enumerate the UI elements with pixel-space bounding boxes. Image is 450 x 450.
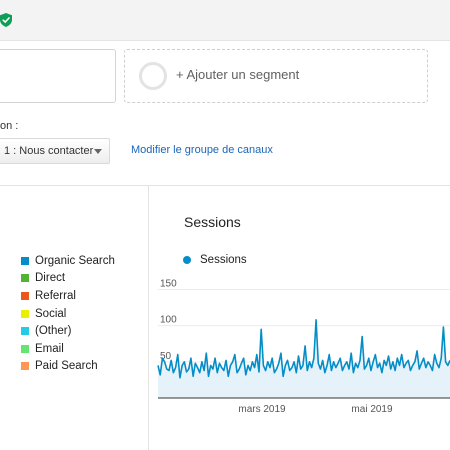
modify-channel-group-link[interactable]: Modifier le groupe de canaux bbox=[131, 144, 273, 156]
legend-item[interactable]: Paid Search bbox=[21, 358, 115, 376]
legend-item[interactable]: Organic Search bbox=[21, 252, 115, 270]
legend-item[interactable]: Social bbox=[21, 305, 115, 323]
legend-item[interactable]: Referral bbox=[21, 287, 115, 305]
series-color-dot bbox=[183, 256, 191, 264]
legend-label: Organic Search bbox=[35, 254, 115, 267]
channel-group-field-label: on : bbox=[0, 120, 19, 132]
legend-label: Paid Search bbox=[35, 360, 98, 373]
add-segment-label: + Ajouter un segment bbox=[176, 67, 300, 82]
y-tick-label: 100 bbox=[160, 315, 177, 326]
legend-swatch bbox=[21, 256, 29, 265]
shield-check-icon bbox=[0, 13, 12, 27]
legend-label: Email bbox=[35, 342, 64, 355]
panel-divider bbox=[148, 186, 149, 450]
legend-swatch bbox=[21, 309, 29, 318]
legend-label: (Other) bbox=[35, 325, 72, 338]
section-divider bbox=[0, 185, 450, 186]
x-tick-label: mai 2019 bbox=[351, 404, 393, 415]
channel-group-selected: 1 : Nous contacter bbox=[4, 145, 94, 157]
legend-label: Direct bbox=[35, 272, 66, 285]
legend-item[interactable]: Email bbox=[21, 340, 115, 358]
segment-all-users-box[interactable] bbox=[0, 49, 116, 103]
channel-legend: Organic Search Direct Referral Social (Other… bbox=[21, 252, 115, 375]
legend-swatch bbox=[21, 327, 29, 336]
add-segment-button[interactable]: + Ajouter un segment bbox=[124, 49, 428, 103]
channel-group-dropdown[interactable]: 1 : Nous contacter bbox=[0, 138, 110, 164]
y-tick-label: 150 bbox=[160, 278, 177, 289]
legend-item[interactable]: Direct bbox=[21, 270, 115, 288]
legend-item[interactable]: (Other) bbox=[21, 322, 115, 340]
legend-swatch bbox=[21, 274, 29, 283]
chart-title: Sessions bbox=[184, 214, 241, 230]
top-bar bbox=[0, 0, 450, 41]
series-legend-label: Sessions bbox=[200, 254, 247, 266]
series-legend[interactable]: Sessions bbox=[183, 254, 247, 266]
legend-swatch bbox=[21, 344, 29, 353]
legend-label: Referral bbox=[35, 289, 76, 302]
legend-label: Social bbox=[35, 307, 67, 320]
segment-placeholder-icon bbox=[139, 62, 167, 90]
x-tick-label: mars 2019 bbox=[238, 404, 286, 415]
legend-swatch bbox=[21, 291, 29, 300]
legend-swatch bbox=[21, 362, 29, 371]
chevron-down-icon bbox=[94, 149, 102, 154]
sessions-chart: 50100150mars 2019 mai 2019 bbox=[157, 278, 450, 415]
